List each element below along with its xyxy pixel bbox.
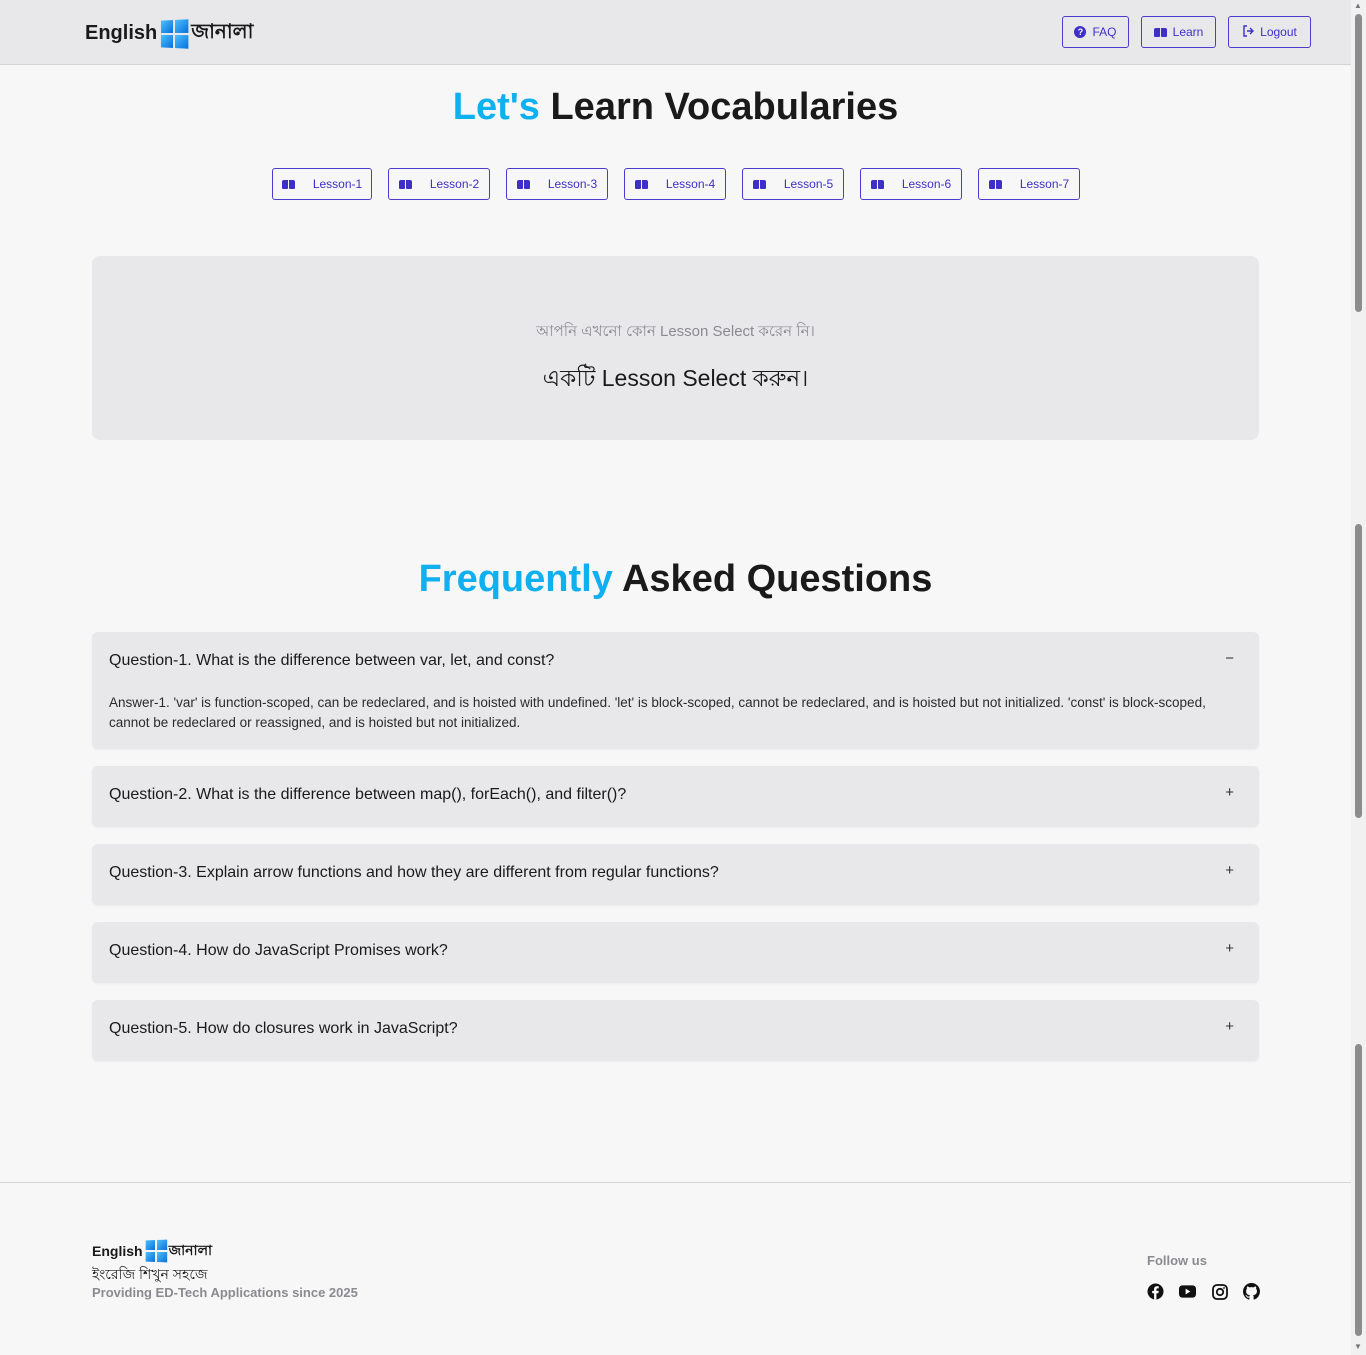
help-circle-icon: ? [1074,26,1087,38]
github-icon[interactable] [1243,1283,1260,1300]
expand-icon[interactable]: + [1225,1018,1234,1035]
logout-icon [1242,25,1255,39]
lesson-6-button[interactable]: Lesson-6 [860,168,962,200]
footer: English জানালা ইংরেজি শিখুন সহজে Providi… [0,1182,1351,1355]
lesson-label: Lesson-3 [547,177,598,191]
faq-item-1[interactable]: Question-1. What is the difference betwe… [92,632,1259,749]
faq-question: Question-3. Explain arrow functions and … [109,864,719,881]
faq-button-label: FAQ [1092,25,1117,39]
lesson-label: Lesson-4 [665,177,716,191]
expand-icon[interactable]: + [1225,784,1234,801]
book-open-icon [752,179,766,189]
lesson-label: Lesson-1 [312,177,363,191]
empty-state-message: একটি Lesson Select করুন। [542,365,809,391]
scroll-down-arrow-icon[interactable]: ▼ [1354,1343,1362,1351]
footer-logo-english: English [92,1243,143,1259]
page-scrollbar[interactable]: ▲ ▼ [1351,0,1366,1355]
lesson-3-button[interactable]: Lesson-3 [506,168,608,200]
faq-item-2[interactable]: Question-2. What is the difference betwe… [92,766,1259,827]
vocab-section-title: Let's Learn Vocabularies [0,86,1351,129]
book-open-icon [398,179,412,189]
scroll-thumb-bottom[interactable] [1355,1044,1362,1336]
logout-button-label: Logout [1260,25,1297,39]
logout-button[interactable]: Logout [1228,16,1311,48]
lesson-7-button[interactable]: Lesson-7 [978,168,1080,200]
facebook-icon[interactable] [1147,1283,1164,1300]
lesson-button-row: Lesson-1 Lesson-2 Lesson-3 Lesson-4 Less… [272,168,1080,200]
navbar: English জানালা ? FAQ Learn Logout [0,0,1351,65]
logo-text-bangla: জানালা [191,21,254,43]
faq-title-rest: Asked Questions [621,558,933,600]
book-open-icon [988,179,1002,189]
footer-logo[interactable]: English জানালা [92,1239,212,1263]
faq-item-5[interactable]: Question-5. How do closures work in Java… [92,1000,1259,1061]
vocab-title-accent: Let's [452,86,540,128]
faq-section-title: Frequently Asked Questions [0,558,1351,601]
faq-answer: Answer-1. 'var' is function-scoped, can … [109,695,1206,730]
scroll-up-arrow-icon[interactable]: ▲ [1354,2,1362,10]
lesson-empty-state: আপনি এখনো কোন Lesson Select করেন নি। একট… [92,256,1259,440]
book-open-icon [1153,27,1167,37]
faq-item-4[interactable]: Question-4. How do JavaScript Promises w… [92,922,1259,983]
book-open-icon [870,179,884,189]
footer-tagline: ইংরেজি শিখুন সহজে [92,1266,208,1282]
lesson-label: Lesson-6 [901,177,952,191]
follow-us-label: Follow us [1147,1253,1207,1268]
faq-item-3[interactable]: Question-3. Explain arrow functions and … [92,844,1259,905]
faq-title-accent: Frequently [418,558,613,600]
learn-button[interactable]: Learn [1141,16,1216,48]
social-links [1147,1283,1260,1300]
expand-icon[interactable]: + [1225,940,1234,957]
faq-question: Question-4. How do JavaScript Promises w… [109,942,448,959]
faq-question: Question-1. What is the difference betwe… [109,652,555,669]
faq-button[interactable]: ? FAQ [1062,16,1129,48]
youtube-icon[interactable] [1179,1283,1196,1300]
book-open-icon [281,179,295,189]
scroll-thumb-top[interactable] [1355,14,1362,312]
faq-question: Question-2. What is the difference betwe… [109,786,627,803]
lesson-label: Lesson-7 [1019,177,1070,191]
faq-question: Question-5. How do closures work in Java… [109,1020,458,1037]
lesson-label: Lesson-5 [783,177,834,191]
vocab-title-rest: Learn Vocabularies [550,86,899,128]
empty-state-subtitle: আপনি এখনো কোন Lesson Select করেন নি। [536,323,815,340]
footer-logo-bangla: জানালা [168,1242,213,1258]
instagram-icon[interactable] [1211,1283,1228,1300]
lesson-2-button[interactable]: Lesson-2 [388,168,490,200]
learn-button-label: Learn [1172,25,1204,39]
footer-since-text: Providing ED-Tech Applications since 202… [92,1285,358,1300]
logo-text-english: English [85,22,158,44]
expand-icon[interactable]: + [1225,862,1234,879]
window-icon [145,1239,167,1263]
book-open-icon [634,179,648,189]
site-logo[interactable]: English জানালা [85,17,253,50]
window-icon [161,18,189,49]
lesson-label: Lesson-2 [429,177,480,191]
book-open-icon [516,179,530,189]
scroll-thumb-middle[interactable] [1355,524,1362,818]
lesson-4-button[interactable]: Lesson-4 [624,168,726,200]
lesson-5-button[interactable]: Lesson-5 [742,168,844,200]
collapse-icon[interactable]: − [1225,650,1234,667]
lesson-1-button[interactable]: Lesson-1 [272,168,372,200]
